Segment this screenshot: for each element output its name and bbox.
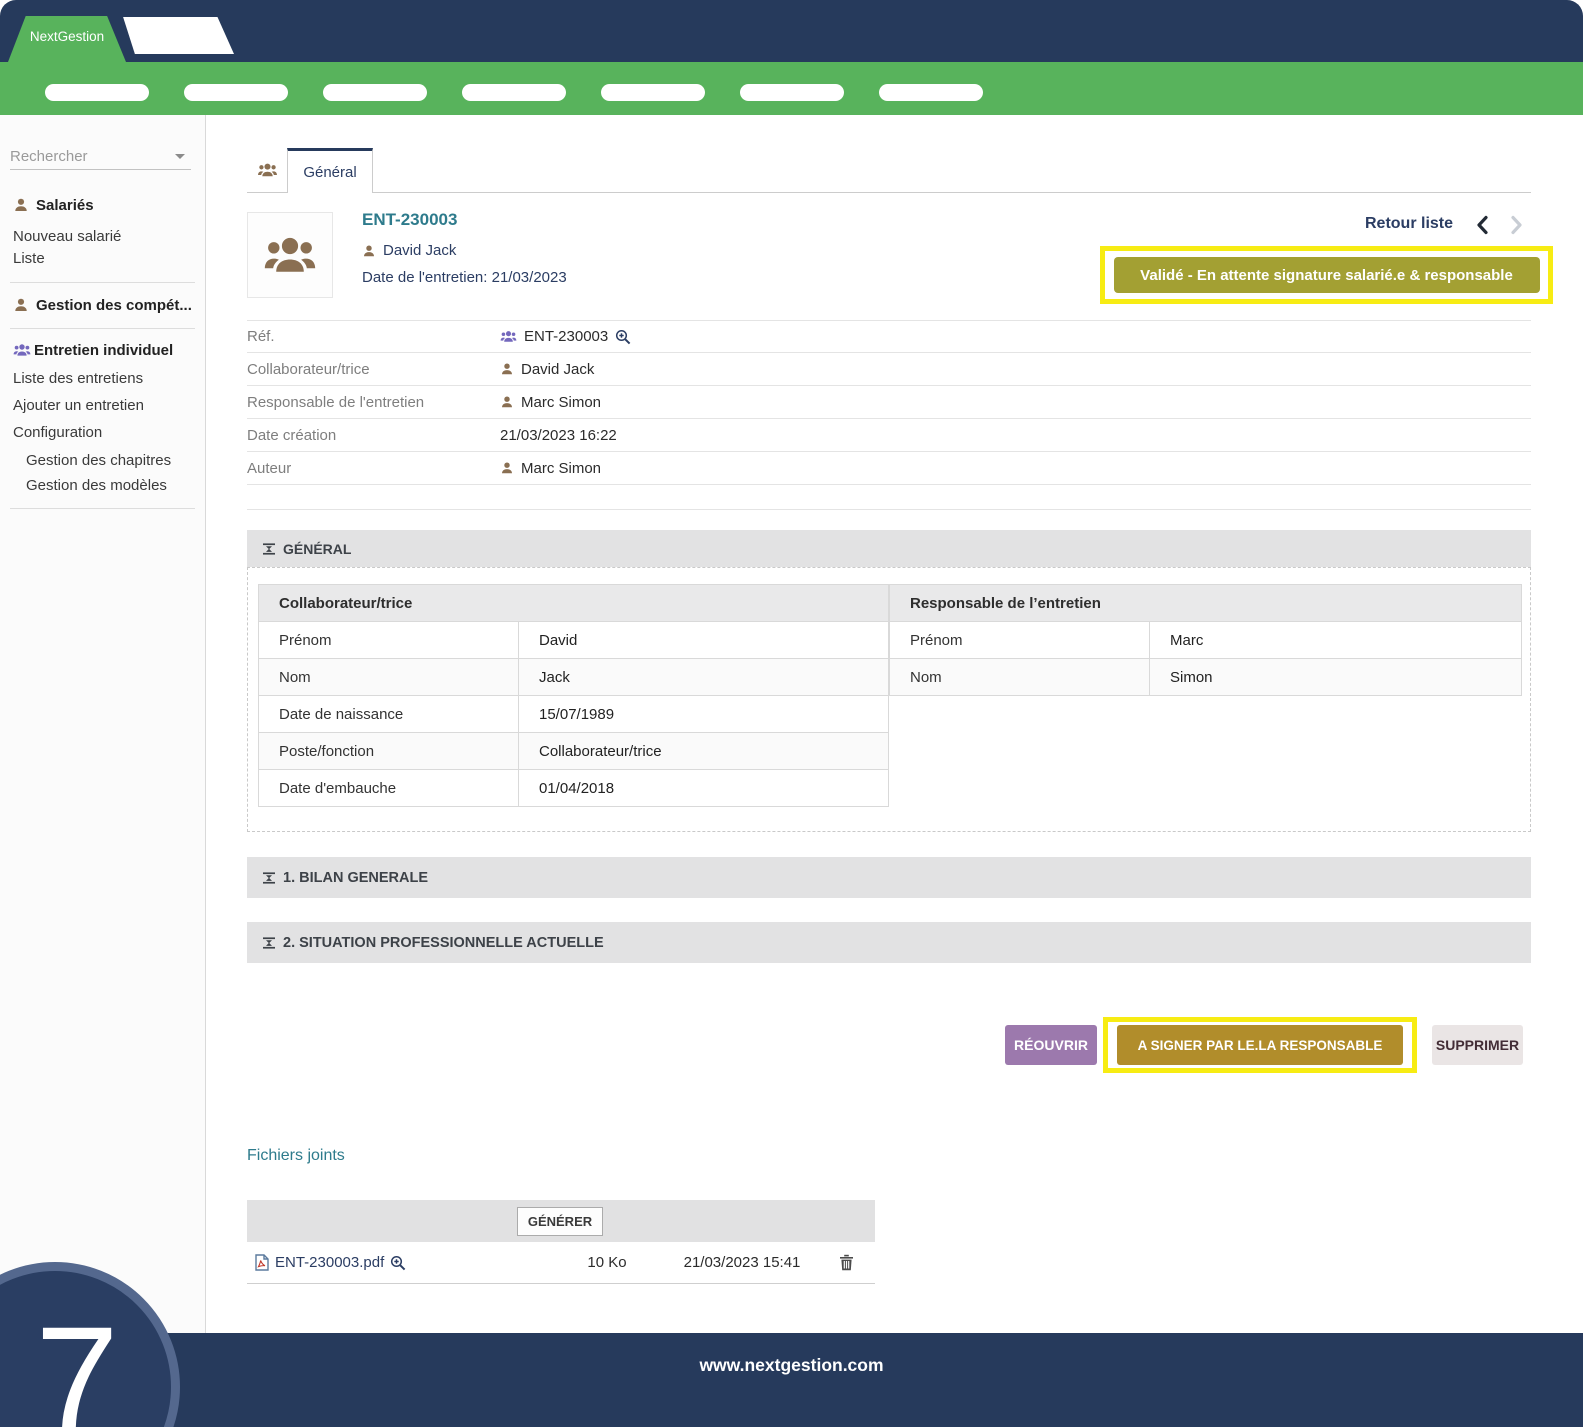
people-icon [263,231,317,279]
sidebar-item-configuration[interactable]: Configuration [13,419,102,445]
table-row: Poste/fonction Collaborateur/trice [259,732,888,769]
sign-button[interactable]: A SIGNER PAR LE.LA RESPONSABLE [1117,1025,1403,1065]
divider [10,282,195,283]
info-row-auteur: Auteur Marc Simon [247,452,1531,485]
trash-icon[interactable] [817,1254,875,1271]
tab-people[interactable] [247,148,287,192]
collapse-icon [263,543,275,555]
sidebar: Rechercher Salariés Nouveau salarié List… [0,115,206,1333]
zoom-in-icon[interactable] [390,1255,406,1271]
table-row: Date d'embauche 01/04/2018 [259,769,888,806]
file-size: 10 Ko [547,1254,667,1271]
nav-item-redacted[interactable] [601,84,705,101]
sidebar-item-gestion-des-chapitres[interactable]: Gestion des chapitres [26,447,171,473]
delete-button[interactable]: SUPPRIMER [1432,1025,1523,1065]
nav-item-redacted[interactable] [184,84,288,101]
nav-item-redacted[interactable] [740,84,844,101]
table-row: Nom Simon [890,658,1521,695]
people-icon [13,342,31,358]
section-header-situation[interactable]: 2. SITUATION PROFESSIONNELLE ACTUELLE [247,922,1531,963]
sidebar-item-entretien-individuel[interactable]: Entretien individuel [13,337,173,363]
pdf-file-icon [255,1254,269,1271]
person-icon [362,244,376,258]
person-icon [13,197,29,213]
sidebar-item-ajouter-un-entretien[interactable]: Ajouter un entretien [13,392,144,418]
search-placeholder: Rechercher [10,148,88,165]
main-nav-bar [0,62,1583,115]
sidebar-item-salaries[interactable]: Salariés [13,192,94,218]
tab-general[interactable]: Général [287,148,373,193]
nav-item-redacted[interactable] [323,84,427,101]
attached-files-title[interactable]: Fichiers joints [247,1147,345,1165]
file-name-link[interactable]: ENT-230003.pdf [275,1254,384,1271]
people-icon [257,161,278,179]
record-employee: David Jack [362,242,456,259]
info-row-responsable: Responsable de l'entretien Marc Simon [247,386,1531,419]
collaborator-table: Collaborateur/trice Prénom David Nom Jac… [258,584,889,807]
record-info-table: Réf. ENT-230003 Collaborateur/trice Davi… [247,320,1531,485]
table-row: Nom Jack [259,658,888,695]
tab-row-divider [247,192,1531,193]
main-content: Général ENT-230003 David Jack Date de l'… [206,115,1583,1333]
collapse-icon [263,937,275,949]
person-icon [500,395,514,409]
info-row-ref: Réf. ENT-230003 [247,320,1531,353]
chevron-right-icon[interactable] [1510,215,1523,235]
person-icon [500,362,514,376]
highlight-annotation: Validé - En attente signature salarié.e … [1100,246,1553,304]
divider [247,509,1531,510]
attached-files-table: GÉNÉRER ENT-230003.pdf 10 Ko 21/03/2023 … [247,1200,875,1284]
section-header-bilan[interactable]: 1. BILAN GENERALE [247,857,1531,898]
step-number: 7 [35,1304,118,1427]
footer: www.nextgestion.com [0,1333,1583,1427]
chevron-left-icon[interactable] [1476,215,1489,235]
table-row: Prénom Marc [890,621,1521,658]
highlight-annotation: A SIGNER PAR LE.LA RESPONSABLE [1103,1017,1417,1073]
table-row: Prénom David [259,621,888,658]
sidebar-item-gestion-competences[interactable]: Gestion des compét... [13,292,192,318]
redacted-tab[interactable] [116,17,234,54]
info-row-collaborateur: Collaborateur/trice David Jack [247,353,1531,386]
nav-item-redacted[interactable] [462,84,566,101]
table-row: Date de naissance 15/07/1989 [259,695,888,732]
record-interview-date: Date de l'entretien: 21/03/2023 [362,269,567,286]
info-row-date-creation: Date création 21/03/2023 16:22 [247,419,1531,452]
sidebar-item-liste[interactable]: Liste [13,245,45,271]
generate-button[interactable]: GÉNÉRER [517,1207,603,1236]
brand-name: NextGestion [30,29,104,44]
person-icon [13,297,29,313]
file-date: 21/03/2023 15:41 [667,1254,817,1271]
brand-tab[interactable]: NextGestion [8,16,126,62]
people-icon [500,329,517,344]
general-section-body: Collaborateur/trice Prénom David Nom Jac… [247,567,1531,832]
chevron-down-icon [175,154,185,159]
sidebar-item-gestion-des-modeles[interactable]: Gestion des modèles [26,472,167,498]
record-id: ENT-230003 [362,210,457,230]
manager-table: Responsable de l’entretien Prénom Marc N… [889,584,1522,696]
status-badge: Validé - En attente signature salarié.e … [1114,257,1540,293]
nav-item-redacted[interactable] [45,84,149,101]
divider [10,328,195,329]
reopen-button[interactable]: RÉOUVRIR [1005,1025,1097,1065]
zoom-in-icon[interactable] [615,329,631,345]
back-to-list-link[interactable]: Retour liste [1365,215,1453,233]
file-row: ENT-230003.pdf 10 Ko 21/03/2023 15:41 [247,1242,875,1284]
record-avatar [247,212,333,298]
divider [10,508,195,509]
section-header-general[interactable]: GÉNÉRAL [247,530,1531,567]
collapse-icon [263,872,275,884]
footer-url: www.nextgestion.com [0,1355,1583,1376]
app-window: NextGestion Rechercher Salariés Nouveau … [0,0,1583,1427]
person-icon [500,461,514,475]
sidebar-item-liste-des-entretiens[interactable]: Liste des entretiens [13,365,143,391]
search-input[interactable]: Rechercher [10,143,191,170]
files-table-header: GÉNÉRER [247,1200,875,1242]
nav-item-redacted[interactable] [879,84,983,101]
top-header: NextGestion [0,0,1583,62]
